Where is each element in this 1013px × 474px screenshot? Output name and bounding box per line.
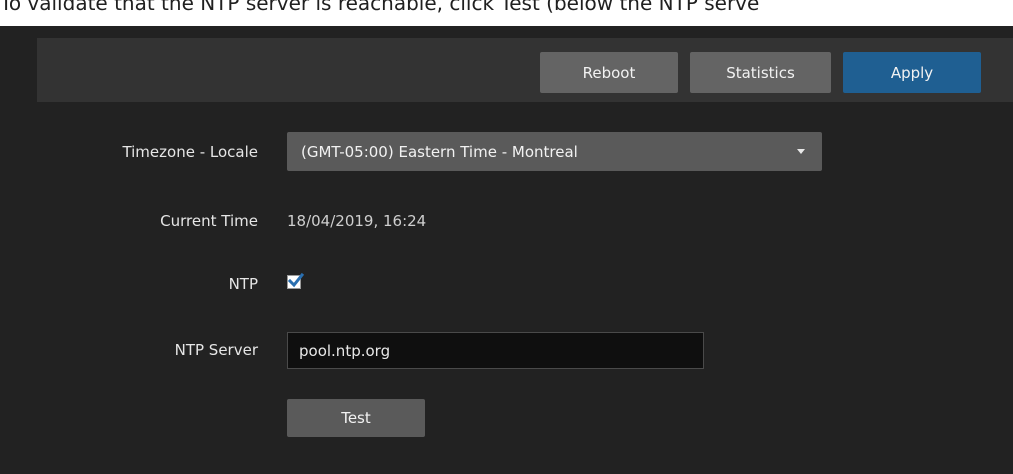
test-button[interactable]: Test [287, 399, 425, 437]
checkmark-icon [287, 272, 305, 288]
ntp-server-input[interactable] [287, 332, 704, 369]
apply-button[interactable]: Apply [843, 52, 981, 93]
instruction-text-strip: To validate that the NTP server is reach… [0, 0, 1013, 26]
ntp-checkbox[interactable] [287, 272, 305, 289]
settings-panel: Reboot Statistics Apply Timezone - Local… [0, 26, 1013, 474]
current-time-value: 18/04/2019, 16:24 [287, 212, 427, 230]
timezone-value: (GMT-05:00) Eastern Time - Montreal [301, 142, 578, 161]
timezone-label: Timezone - Locale [122, 143, 258, 161]
toolbar: Reboot Statistics Apply [37, 38, 1013, 102]
instruction-text: To validate that the NTP server is reach… [0, 0, 760, 15]
timezone-select[interactable]: (GMT-05:00) Eastern Time - Montreal [287, 132, 822, 171]
reboot-button[interactable]: Reboot [540, 52, 678, 93]
current-time-label: Current Time [160, 212, 258, 230]
ntp-server-label: NTP Server [174, 341, 258, 359]
statistics-button[interactable]: Statistics [690, 52, 831, 93]
ntp-label: NTP [228, 275, 258, 293]
chevron-down-icon [797, 149, 805, 154]
